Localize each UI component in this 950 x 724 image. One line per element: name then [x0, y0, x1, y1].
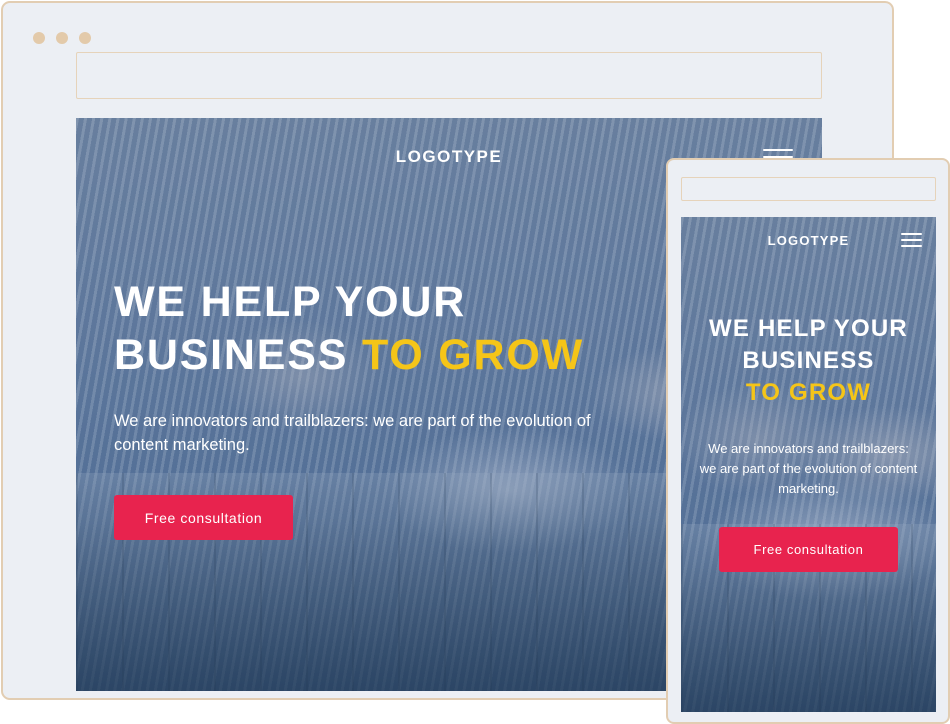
window-dot-icon	[33, 32, 45, 44]
desktop-address-bar[interactable]	[76, 52, 822, 99]
mobile-device-mockup: LOGOTYPE WE HELP YOUR BUSINESS TO GROW W…	[666, 158, 950, 724]
hero-headline: WE HELP YOUR BUSINESS TO GROW	[681, 313, 936, 409]
window-dot-icon	[79, 32, 91, 44]
free-consultation-button[interactable]: Free consultation	[719, 527, 898, 572]
hero-headline: WE HELP YOUR BUSINESS TO GROW	[114, 276, 674, 382]
mobile-hero-section: LOGOTYPE WE HELP YOUR BUSINESS TO GROW W…	[681, 217, 936, 712]
headline-line-2: BUSINESS	[114, 331, 362, 379]
headline-line-2: BUSINESS	[742, 347, 875, 374]
window-controls	[33, 32, 91, 44]
hamburger-menu-icon[interactable]	[901, 233, 922, 247]
headline-accent: TO GROW	[361, 331, 584, 379]
mobile-address-bar[interactable]	[681, 177, 936, 201]
hero-subtitle: We are innovators and trailblazers: we a…	[699, 441, 918, 496]
headline-accent: TO GROW	[745, 379, 872, 406]
hero-subtitle: We are innovators and trailblazers: we a…	[114, 412, 591, 454]
logo[interactable]: LOGOTYPE	[681, 233, 936, 248]
headline-line-1: WE HELP YOUR	[114, 278, 467, 326]
free-consultation-button[interactable]: Free consultation	[114, 495, 293, 540]
headline-line-1: WE HELP YOUR	[709, 315, 908, 342]
window-dot-icon	[56, 32, 68, 44]
